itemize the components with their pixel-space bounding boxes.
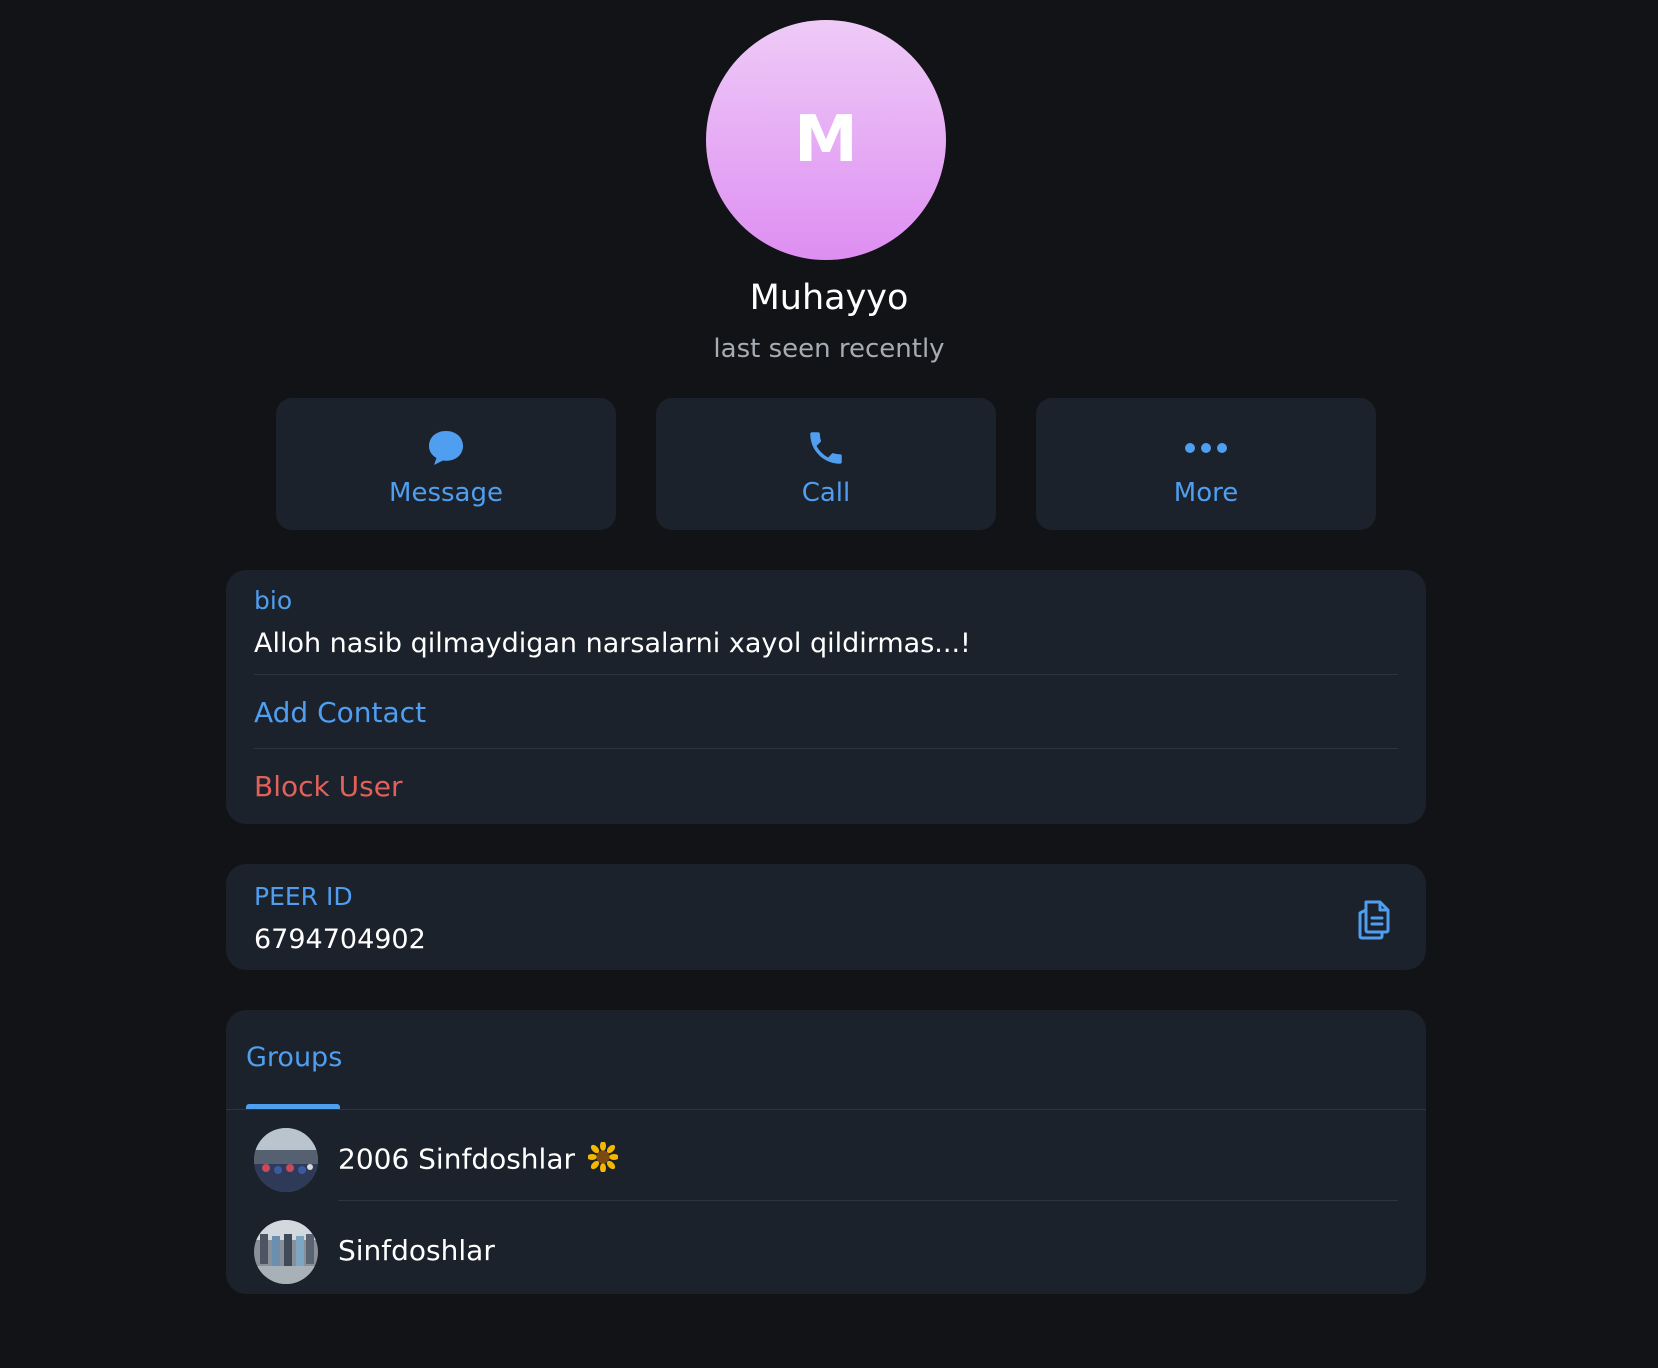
avatar-initial: M	[794, 103, 858, 177]
more-button[interactable]: More	[1036, 398, 1376, 530]
peer-id-label: PEER ID	[254, 882, 353, 911]
sunflower-icon	[586, 1141, 619, 1179]
tab-groups[interactable]: Groups	[246, 1042, 342, 1073]
profile-name: Muhayyo	[749, 278, 909, 318]
group-list-item[interactable]: 2006 Sinfdoshlar	[226, 1114, 1426, 1206]
groups-card: Groups 2006 Sinfdoshlar Sinfdoshlar	[226, 1010, 1426, 1294]
add-contact-button[interactable]: Add Contact	[254, 696, 426, 729]
profile-avatar[interactable]: M	[706, 20, 946, 260]
tab-divider	[226, 1109, 1426, 1110]
group-name-text: Sinfdoshlar	[338, 1234, 495, 1267]
group-avatar	[254, 1128, 318, 1192]
message-bubble-icon	[426, 426, 466, 470]
bio-label: bio	[254, 586, 293, 615]
message-button[interactable]: Message	[276, 398, 616, 530]
more-button-label: More	[1173, 478, 1239, 508]
group-avatar	[254, 1220, 318, 1284]
group-list-item[interactable]: Sinfdoshlar	[226, 1206, 1426, 1294]
copy-icon[interactable]	[1352, 894, 1396, 940]
info-card: bio Alloh nasib qilmaydigan narsalarni x…	[226, 570, 1426, 824]
peer-id-value[interactable]: 6794704902	[254, 924, 426, 955]
divider	[254, 674, 1398, 675]
group-name: 2006 Sinfdoshlar	[338, 1141, 619, 1179]
peer-id-card: PEER ID 6794704902	[226, 864, 1426, 970]
message-button-label: Message	[389, 478, 503, 508]
bio-text[interactable]: Alloh nasib qilmaydigan narsalarni xayol…	[254, 628, 971, 659]
divider	[254, 748, 1398, 749]
block-user-button[interactable]: Block User	[254, 770, 402, 803]
profile-page: M Muhayyo last seen recently Message Cal…	[0, 0, 1658, 1368]
call-button[interactable]: Call	[656, 398, 996, 530]
divider	[338, 1200, 1398, 1201]
phone-icon	[805, 426, 847, 470]
group-name-text: 2006 Sinfdoshlar	[338, 1142, 576, 1176]
call-button-label: Call	[801, 478, 851, 508]
profile-status: last seen recently	[713, 334, 945, 364]
more-dots-icon	[1184, 426, 1228, 470]
